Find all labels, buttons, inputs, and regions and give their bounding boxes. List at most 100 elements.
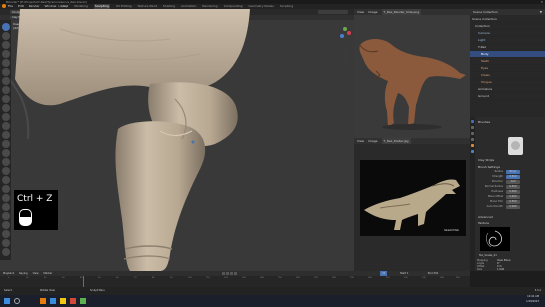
clay-thumb-brush-icon[interactable] — [2, 59, 10, 67]
thumb-brush-icon[interactable] — [2, 176, 10, 184]
os-taskbar: 10:42 AM 1/18/2023 — [0, 295, 545, 307]
timeline-menu-marker[interactable]: Marker — [44, 271, 53, 276]
rotate-brush-icon[interactable] — [2, 203, 10, 211]
scene-tab-icon[interactable] — [471, 138, 474, 141]
blender-logo-icon[interactable] — [2, 4, 6, 8]
brush-preview[interactable] — [508, 137, 523, 155]
section-advanced[interactable]: Advanced — [478, 215, 493, 219]
navigation-gizmo[interactable] — [338, 27, 352, 41]
outliner-row[interactable]: Armature — [470, 86, 545, 93]
section-brushes[interactable]: Brushes — [478, 120, 490, 124]
direction-field[interactable]: Add — [506, 180, 520, 184]
brush-name[interactable]: Clay Strips — [478, 158, 494, 162]
output-tab-icon[interactable] — [471, 132, 474, 135]
draw-sharp-brush-icon[interactable] — [2, 32, 10, 40]
texture-name[interactable]: Tex_Scales_01 — [479, 254, 497, 257]
end-frame-field[interactable]: End 250 — [428, 271, 438, 276]
zoom-icon[interactable] — [342, 45, 348, 51]
outliner-row[interactable]: Claws — [470, 72, 545, 79]
slide-relax-brush-icon[interactable] — [2, 212, 10, 220]
normal-radius-field[interactable]: 0.500 — [506, 185, 520, 189]
size-value[interactable]: 1.000 — [497, 268, 504, 271]
draw-brush-icon[interactable] — [2, 23, 10, 31]
outliner-row[interactable]: Scene Collection — [470, 16, 545, 23]
outliner-row[interactable]: Teeth — [470, 58, 545, 65]
blob-brush-icon[interactable] — [2, 86, 10, 94]
jump-end-icon[interactable] — [234, 272, 237, 275]
taskbar-app-icon[interactable] — [80, 298, 86, 304]
strength-field[interactable]: 0.500 — [506, 175, 520, 179]
pan-hand-icon[interactable] — [342, 53, 348, 59]
flatten-brush-icon[interactable] — [2, 113, 10, 121]
camera-view-icon[interactable] — [342, 61, 348, 67]
status-bar: Select Rotate View Sculpt Menu 3.4.1 — [0, 287, 545, 295]
pinch-brush-icon[interactable] — [2, 140, 10, 148]
gizmo-y-axis-icon[interactable] — [343, 27, 347, 31]
section-brush-settings[interactable]: Brush Settings — [478, 165, 500, 169]
play-icon[interactable] — [230, 272, 233, 275]
nudge-brush-icon[interactable] — [2, 194, 10, 202]
mask-brush-icon[interactable] — [2, 221, 10, 229]
gizmo-x-axis-icon[interactable] — [347, 31, 351, 35]
outliner-row-selected[interactable]: Body — [470, 51, 545, 58]
outliner-row[interactable]: Eyes — [470, 65, 545, 72]
filter-icon[interactable]: ▼ — [540, 10, 542, 14]
timeline-menu-keying[interactable]: Keying — [19, 271, 27, 276]
outliner-row[interactable]: Collection — [470, 23, 545, 30]
image-bottom-menu-view[interactable]: View — [357, 138, 364, 144]
image-bottom-name[interactable]: T_Rex_Poster.jpg — [381, 138, 411, 144]
auto-smooth-field[interactable]: 0.000 — [506, 205, 520, 209]
timeline-menu-view[interactable]: View — [33, 271, 39, 276]
modifier-tab-icon[interactable] — [471, 150, 474, 153]
clay-strips-brush-icon[interactable] — [2, 50, 10, 58]
viewport-3d[interactable]: Sculpt Mode View Sculpt Mask Face Sets C… — [0, 9, 354, 271]
section-texture[interactable]: Texture — [478, 221, 489, 225]
taskbar-app-icon[interactable] — [50, 298, 56, 304]
radius-field[interactable]: 50 px — [506, 170, 520, 174]
outliner-row[interactable]: Ground — [470, 93, 545, 100]
start-frame-field[interactable]: Start 1 — [400, 271, 409, 276]
clay-brush-icon[interactable] — [2, 41, 10, 49]
object-tab-icon[interactable] — [471, 144, 474, 147]
play-reverse-icon[interactable] — [226, 272, 229, 275]
taskbar-app-icon[interactable] — [70, 298, 76, 304]
scrape-brush-icon[interactable] — [2, 131, 10, 139]
box-face-set-icon[interactable] — [2, 239, 10, 247]
texture-preview[interactable] — [480, 227, 510, 251]
plane-offset-field[interactable]: 0.000 — [506, 195, 520, 199]
gizmo-z-axis-icon[interactable] — [340, 34, 344, 38]
grab-brush-icon[interactable] — [2, 149, 10, 157]
taskbar-app-icon[interactable] — [40, 298, 46, 304]
outliner-row[interactable]: Camera — [470, 30, 545, 37]
transform-icon[interactable] — [2, 248, 10, 256]
hardness-field[interactable]: 0.000 — [506, 190, 520, 194]
search-icon[interactable] — [14, 298, 20, 304]
outliner-row[interactable]: Light — [470, 37, 545, 44]
image-bottom-menu-image[interactable]: Image — [368, 138, 377, 144]
tool-tab-icon[interactable] — [471, 120, 474, 123]
box-mask-icon[interactable] — [2, 230, 10, 238]
playhead[interactable] — [83, 276, 84, 287]
render-tab-icon[interactable] — [471, 126, 474, 129]
layer-brush-icon[interactable] — [2, 68, 10, 76]
current-frame-field[interactable]: 42 — [380, 271, 388, 276]
fill-brush-icon[interactable] — [2, 122, 10, 130]
pose-brush-icon[interactable] — [2, 185, 10, 193]
snake-hook-brush-icon[interactable] — [2, 167, 10, 175]
start-icon[interactable] — [4, 298, 10, 304]
timeline[interactable]: Playback Keying View Marker 42 Start 1 E… — [0, 271, 470, 287]
elastic-deform-brush-icon[interactable] — [2, 158, 10, 166]
inflate-brush-icon[interactable] — [2, 77, 10, 85]
outliner-row[interactable]: T-Rex — [470, 44, 545, 51]
outliner-title: Scene Collection — [473, 10, 498, 14]
smooth-brush-icon[interactable] — [2, 104, 10, 112]
outliner-row[interactable]: Tongue — [470, 79, 545, 86]
image-editor-top[interactable]: View Image T_Rex_Render_Side.png — [354, 9, 470, 138]
poster-signature: Sketchfab — [444, 228, 460, 232]
crease-brush-icon[interactable] — [2, 95, 10, 103]
jump-start-icon[interactable] — [222, 272, 225, 275]
taskbar-app-icon[interactable] — [60, 298, 66, 304]
timeline-menu-playback[interactable]: Playback — [3, 271, 14, 276]
image-editor-bottom[interactable]: View Image T_Rex_Poster.jpg Sketchfab — [354, 138, 470, 271]
plane-trim-field[interactable]: 0.500 — [506, 200, 520, 204]
